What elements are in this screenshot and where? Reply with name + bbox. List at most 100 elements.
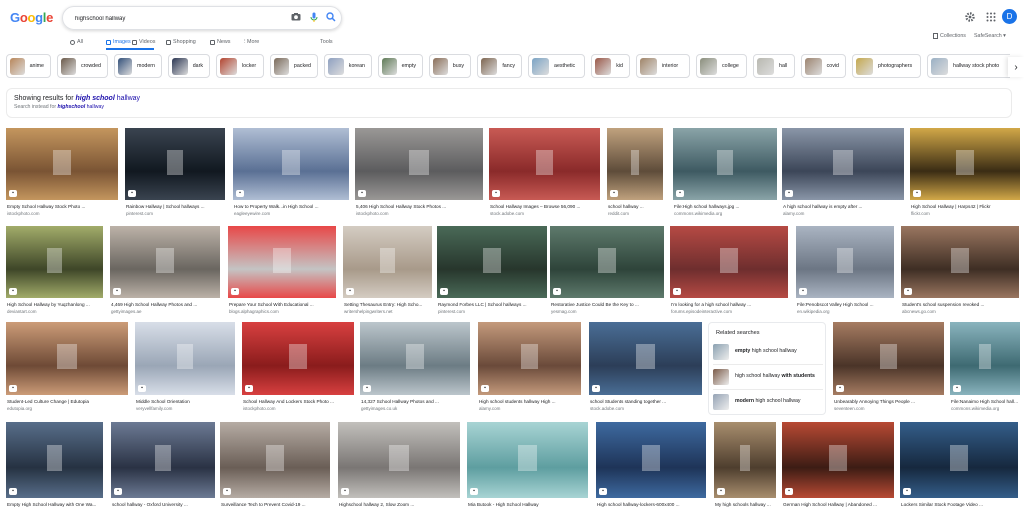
result-caption[interactable]: File:High school hallways.jpg ... — [674, 204, 776, 209]
gear-icon[interactable] — [964, 11, 976, 23]
image-result[interactable]: ▪ Prepare Your School With Educational ..… — [228, 226, 336, 326]
chip-fancy[interactable]: fancy — [477, 54, 522, 78]
tab-news[interactable]: News — [210, 36, 230, 48]
image-result[interactable]: ▪ Empty School Hallway Stock Photo ... ist… — [6, 128, 118, 228]
result-caption[interactable]: School Hallway Images – Browse 56,090 ..… — [490, 204, 599, 209]
image-result[interactable]: ▪ Student-Led Culture Change | Edutopia ed… — [6, 322, 128, 423]
microphone-icon[interactable] — [308, 11, 320, 23]
image-result[interactable]: ▪ School Hallway And Lockers Stock Photo … — [242, 322, 354, 423]
safesearch-button[interactable]: SafeSearch ▾ — [974, 33, 1006, 39]
result-thumbnail[interactable] — [111, 422, 215, 498]
result-caption[interactable]: Raymond Forbes LLC | School hallways ... — [438, 302, 546, 307]
result-thumbnail[interactable] — [833, 322, 944, 395]
image-result[interactable]: ▪ Empty High School Hallway with One Wa..… — [6, 422, 103, 526]
result-caption[interactable]: 14,327 School Hallway Photos and ... — [361, 399, 469, 404]
original-query-link[interactable]: highschool hallway — [58, 104, 104, 110]
result-thumbnail[interactable] — [228, 226, 336, 298]
result-thumbnail[interactable] — [782, 422, 894, 498]
google-logo[interactable]: Google — [10, 10, 53, 25]
chip-korean[interactable]: korean — [324, 54, 372, 78]
result-thumbnail[interactable] — [110, 226, 220, 298]
result-thumbnail[interactable] — [338, 422, 460, 498]
result-caption[interactable]: Student's school suspension revoked ... — [902, 302, 1018, 307]
result-thumbnail[interactable] — [782, 128, 904, 200]
result-caption[interactable]: Prepare Your School With Educational ... — [229, 302, 335, 307]
image-result[interactable]: ▪ High school students hallway High ... al… — [478, 322, 581, 423]
result-thumbnail[interactable] — [900, 422, 1018, 498]
image-result[interactable]: ▪ High school hallway-lockers-600x400 ... — [596, 422, 706, 526]
chip-packed[interactable]: packed — [270, 54, 318, 78]
chip-crowded[interactable]: crowded — [57, 54, 108, 78]
chevron-right-icon[interactable]: › — [1008, 57, 1024, 77]
result-caption[interactable]: School Hallway And Lockers Stock Photo .… — [243, 399, 353, 404]
image-result[interactable]: ▪ A high school hallway is empty after ..… — [782, 128, 904, 228]
result-caption[interactable]: 4,469 High School Hallway Photos and ... — [111, 302, 219, 307]
result-caption[interactable]: school Students standing together ... — [590, 399, 701, 404]
chip-anime[interactable]: anime — [6, 54, 51, 78]
image-result[interactable]: ▪ File:Penobscot Valley High School ... en… — [796, 226, 894, 326]
result-thumbnail[interactable] — [596, 422, 706, 498]
result-caption[interactable]: Unbearably Annoying Things People ... — [834, 399, 943, 404]
image-result[interactable]: ▪ 4,469 High School Hallway Photos and ..… — [110, 226, 220, 326]
tools-button[interactable]: Tools — [320, 36, 333, 48]
result-thumbnail[interactable] — [910, 128, 1020, 200]
image-result[interactable]: ▪ Unbearably Annoying Things People ... se… — [833, 322, 944, 423]
chip-hallway-stock-photo[interactable]: hallway stock photo — [927, 54, 1010, 78]
result-caption[interactable]: 5,406 High School Hallway Stock Photos .… — [356, 204, 482, 209]
result-thumbnail[interactable] — [360, 322, 470, 395]
image-result[interactable]: ▪ High School Hallway by Yuqzhanlong ... d… — [6, 226, 103, 326]
apps-grid-icon[interactable] — [985, 11, 997, 23]
result-caption[interactable]: How to Property Walk...in High School ..… — [234, 204, 348, 209]
result-thumbnail[interactable] — [233, 128, 349, 200]
chip-photographers[interactable]: photographers — [852, 54, 921, 78]
tab-shopping[interactable]: Shopping — [166, 36, 196, 48]
corrected-query-link[interactable]: high school hallway — [75, 95, 140, 102]
result-thumbnail[interactable] — [589, 322, 702, 395]
image-result[interactable]: ▪ Surveillance Tech to Prevent Covid-19 .… — [220, 422, 330, 526]
image-result[interactable]: ▪ Restorative Justice Could Be the Key to… — [550, 226, 664, 326]
result-thumbnail[interactable] — [950, 322, 1020, 395]
camera-icon[interactable] — [290, 11, 302, 23]
result-thumbnail[interactable] — [478, 322, 581, 395]
result-thumbnail[interactable] — [901, 226, 1019, 298]
chip-college[interactable]: college — [696, 54, 747, 78]
chip-aesthetic[interactable]: aesthetic — [528, 54, 585, 78]
image-result[interactable]: ▪ Raymond Forbes LLC | School hallways ..… — [437, 226, 547, 326]
image-result[interactable]: ▪ Setting Thesaurus Entry: High Scho... wr… — [343, 226, 432, 326]
image-result[interactable]: ▪ High School Hallway | Harps42 | Flickr f… — [910, 128, 1020, 228]
chip-locker[interactable]: locker — [216, 54, 264, 78]
result-thumbnail[interactable] — [6, 226, 103, 298]
image-result[interactable]: ▪ school hallway - Oxford University ... — [111, 422, 215, 526]
avatar[interactable]: D — [1002, 9, 1017, 24]
chip-empty[interactable]: empty — [378, 54, 423, 78]
result-thumbnail[interactable] — [6, 322, 128, 395]
result-thumbnail[interactable] — [714, 422, 776, 498]
result-thumbnail[interactable] — [796, 226, 894, 298]
chip-modern[interactable]: modern — [114, 54, 162, 78]
result-caption[interactable]: High school students hallway High ... — [479, 399, 580, 404]
result-caption[interactable]: Student-Led Culture Change | Edutopia — [7, 399, 127, 404]
result-thumbnail[interactable] — [220, 422, 330, 498]
image-result[interactable]: ▪ Student's school suspension revoked ...… — [901, 226, 1019, 326]
result-caption[interactable]: Middle School Orientation — [136, 399, 234, 404]
chip-hall[interactable]: hall — [753, 54, 795, 78]
image-result[interactable]: ▪ Middle School Orientation veryvellfamily… — [135, 322, 235, 423]
chip-interior[interactable]: interior — [636, 54, 690, 78]
result-caption[interactable]: File:Penobscot Valley High School ... — [797, 302, 893, 307]
related-search-item[interactable]: high school hallway with students — [713, 367, 823, 387]
search-icon[interactable] — [325, 11, 337, 23]
image-result[interactable]: ▪ Rainbow Hallway | School hallways ... pi… — [125, 128, 225, 228]
result-caption[interactable]: Rainbow Hallway | School hallways ... — [126, 204, 224, 209]
image-result[interactable]: ▪ Highschool hallway 2, Slow Zoom ... — [338, 422, 460, 526]
tab-images[interactable]: Images — [106, 36, 131, 48]
image-result[interactable]: ▪ German High School Hallway | Abandoned … — [782, 422, 894, 526]
result-thumbnail[interactable] — [550, 226, 664, 298]
image-result[interactable]: ▪ File:High school hallways.jpg ... common… — [673, 128, 777, 228]
image-result[interactable]: ▪ I'm looking for a high school hallway .… — [670, 226, 788, 326]
image-result[interactable]: ▪ 14,327 School Hallway Photos and ... get… — [360, 322, 470, 423]
result-thumbnail[interactable] — [343, 226, 432, 298]
result-thumbnail[interactable] — [467, 422, 588, 498]
tab-more[interactable]: ⋮ More — [242, 36, 259, 48]
result-thumbnail[interactable] — [670, 226, 788, 298]
image-result[interactable]: ▪ File:Nanaimo High School hallway.jpg ..… — [950, 322, 1020, 423]
